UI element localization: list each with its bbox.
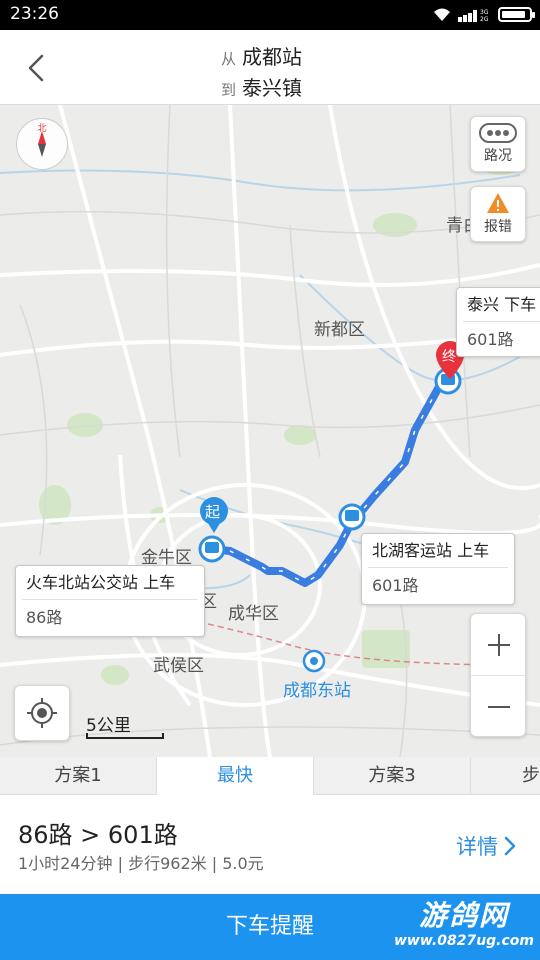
compass-needle-icon (38, 131, 46, 157)
chevron-right-icon (504, 836, 516, 856)
destination-name: 泰兴镇 (242, 76, 303, 100)
report-error-button[interactable]: 报错 (470, 186, 526, 242)
district-label-xindu: 新都区 (314, 320, 365, 340)
callout-alight[interactable]: 泰兴 下车 601路 (456, 287, 540, 357)
back-button[interactable] (18, 48, 58, 88)
tab-plan-1[interactable]: 方案1 (0, 757, 157, 795)
callout-transfer-line: 601路 (372, 576, 419, 595)
watermark-url: www.0827ug.com (394, 933, 534, 949)
callout-board-start-line: 86路 (26, 608, 63, 627)
watermark-logo: 游鸽网 www.0827ug.com (394, 900, 534, 950)
district-label-wuhou: 武侯区 (153, 656, 204, 676)
bus-stop-start (198, 535, 226, 563)
status-bar: 23:26 3G 2G (0, 0, 540, 30)
minus-icon (488, 706, 510, 708)
details-link[interactable]: 详情 (456, 831, 516, 861)
map-view[interactable]: 新都区 金牛区 成华区 武侯区 青白 区 成都东站 起 终 北 路况 报错 泰兴… (0, 105, 540, 757)
train-station-icon (302, 649, 326, 673)
battery-icon (498, 7, 535, 22)
start-badge-label: 起 (205, 503, 221, 521)
watermark-title: 游鸽网 (418, 899, 509, 932)
plan-title: 86路 > 601路 (18, 821, 178, 849)
route-destination[interactable]: 到 泰兴镇 (221, 72, 302, 101)
zoom-out-button[interactable] (471, 676, 527, 738)
compass-button[interactable]: 北 (16, 118, 68, 170)
callout-transfer-title: 北湖客运站 上车 (368, 534, 508, 568)
bus-stop-transfer (338, 503, 366, 531)
scale-bar (86, 733, 164, 739)
from-prefix: 从 (221, 50, 237, 68)
signal-icon: 3G 2G (458, 9, 489, 22)
report-error-label: 报错 (484, 219, 512, 235)
district-label-chenghua: 成华区 (228, 604, 279, 624)
tab-walk[interactable]: 步 (471, 757, 540, 795)
traffic-button[interactable]: 路况 (470, 116, 526, 172)
origin-name: 成都站 (242, 45, 303, 69)
bottom-bar: 下车提醒 游鸽网 www.0827ug.com (0, 894, 540, 960)
zoom-in-button[interactable] (471, 614, 527, 676)
battery-fill (502, 11, 525, 18)
zoom-controls (470, 613, 527, 738)
plus-icon (488, 633, 510, 656)
traffic-label: 路况 (484, 148, 512, 164)
to-prefix: 到 (221, 81, 237, 99)
callout-alight-line: 601路 (467, 330, 514, 349)
traffic-icon (479, 123, 517, 143)
end-badge-label: 终 (442, 349, 456, 365)
status-icons: 3G 2G (432, 7, 535, 22)
plan-summary[interactable]: 86路 > 601路 1小时24分钟 | 步行962米 | 5.0元 详情 (0, 795, 540, 894)
warning-icon (487, 193, 509, 213)
locate-icon (27, 698, 57, 728)
svg-text:2G: 2G (480, 16, 489, 22)
callout-transfer[interactable]: 北湖客运站 上车 601路 (361, 533, 515, 605)
details-label: 详情 (456, 835, 498, 859)
callout-board-start[interactable]: 火车北站公交站 上车 86路 (15, 565, 205, 637)
status-time: 23:26 (10, 4, 59, 24)
route-header: 从 成都站 到 泰兴镇 (0, 30, 540, 105)
station-label: 成都东站 (283, 681, 351, 701)
plan-meta: 1小时24分钟 | 步行962米 | 5.0元 (18, 854, 264, 873)
callout-board-start-title: 火车北站公交站 上车 (22, 566, 198, 600)
tab-plan-3[interactable]: 方案3 (314, 757, 471, 795)
wifi-icon (434, 8, 450, 21)
chevron-left-icon (28, 54, 44, 82)
locate-me-button[interactable] (14, 685, 70, 741)
tab-fastest[interactable]: 最快 (157, 757, 314, 795)
plan-tabs: 方案1 最快 方案3 步 (0, 757, 540, 795)
callout-alight-title: 泰兴 下车 (463, 288, 540, 322)
route-origin[interactable]: 从 成都站 (221, 41, 302, 70)
svg-text:3G: 3G (480, 9, 489, 16)
map-base (0, 105, 540, 757)
